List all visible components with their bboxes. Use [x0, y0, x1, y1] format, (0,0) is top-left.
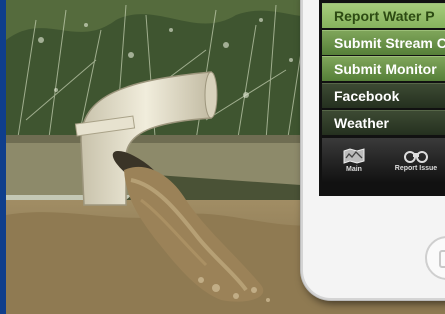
menu-item-submit-monitor[interactable]: Submit Monitor [322, 56, 445, 81]
binoculars-icon [404, 150, 428, 163]
menu-item-label: Submit Monitor [334, 61, 437, 77]
menu-item-label: Weather [334, 115, 389, 131]
menu-item-facebook[interactable]: Facebook [322, 83, 445, 108]
map-icon [343, 147, 365, 164]
menu-item-report-water[interactable]: Report Water P [322, 3, 445, 28]
menu-item-label: Report Water P [334, 8, 435, 24]
tab-main[interactable]: Main [322, 138, 386, 182]
tab-label: Report Issue [394, 164, 438, 172]
menu-item-label: Submit Stream C [334, 35, 445, 51]
menu-item-weather[interactable]: Weather [322, 110, 445, 135]
tab-label: Main [346, 165, 362, 173]
menu-item-label: Facebook [334, 88, 400, 104]
menu-item-submit-stream[interactable]: Submit Stream C [322, 30, 445, 55]
tab-report-issue[interactable]: Report Issue [384, 138, 445, 182]
tab-bar: Main Report Issue [322, 138, 445, 182]
hero-scene: Report Water P Submit Stream C Submit Mo… [0, 0, 445, 314]
home-square-icon [439, 250, 445, 268]
